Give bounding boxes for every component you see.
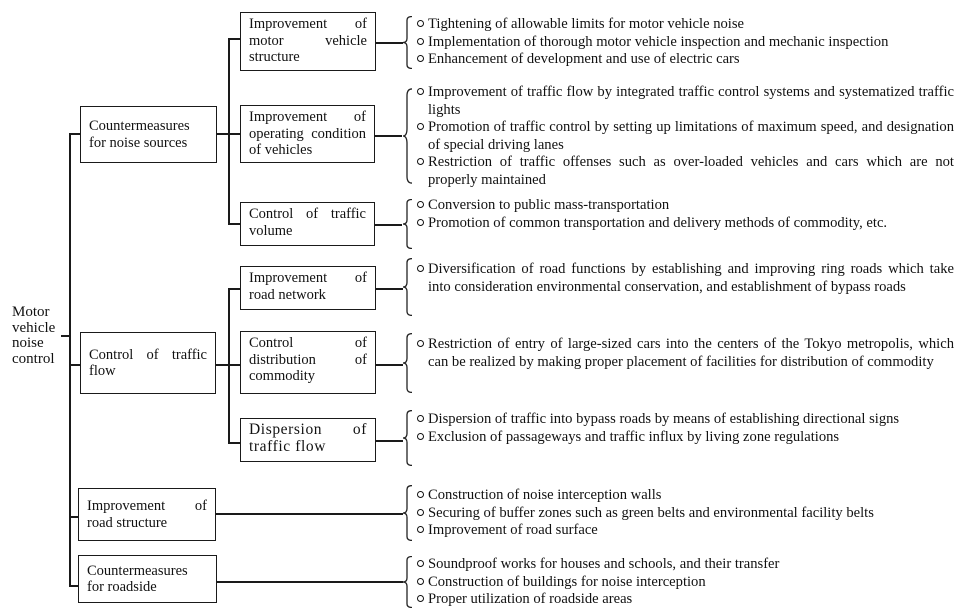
subcategory-label: Improvement of operating condition of ve… [249, 109, 366, 158]
circle-bullet-icon [417, 595, 424, 602]
connector-measures-7 [216, 513, 403, 515]
connector-measures-8 [217, 581, 403, 583]
measures-list-road-structure: Construction of noise interception walls… [417, 487, 954, 540]
measure-item: Promotion of traffic control by setting … [417, 119, 954, 154]
measures-list-dispersion: Dispersion of traffic into bypass roads … [417, 411, 954, 446]
branch-noise-sources [228, 38, 230, 225]
measure-item: Restriction of traffic offenses such as … [417, 154, 954, 189]
measures-list-operating: Improvement of traffic flow by integrate… [417, 84, 954, 189]
circle-bullet-icon [417, 432, 424, 440]
measure-item: Dispersion of traffic into bypass roads … [417, 411, 954, 429]
measure-item: Implementation of thorough motor vehicle… [417, 34, 954, 52]
subcategory-road-network: Improvement of road network [240, 266, 376, 310]
circle-bullet-icon [417, 577, 424, 585]
measure-item: Conversion to public mass-transportation [417, 197, 954, 215]
measure-item: Proper utilization of roadside areas [417, 591, 954, 609]
circle-bullet-icon [417, 415, 424, 422]
measure-item: Exclusion of passageways and traffic inf… [417, 429, 954, 447]
measure-item: Restriction of entry of large-sized cars… [417, 336, 954, 371]
connector-sub-motor-structure [228, 38, 240, 40]
subcategory-label: Improvement of road network [249, 270, 367, 303]
circle-bullet-icon [417, 55, 424, 62]
measures-list-distribution: Restriction of entry of large-sized cars… [417, 336, 954, 371]
subcategory-label: Control of distribution of commodity [249, 335, 367, 384]
subcategory-distribution-commodity: Control of distribution of commodity [240, 331, 376, 394]
measure-item: Enhancement of development and use of el… [417, 51, 954, 69]
brace-icon [403, 333, 413, 393]
connector-l1-noise-sources [69, 133, 80, 135]
root-label: Motor vehicle noise control [12, 304, 56, 367]
brace-icon [403, 16, 413, 69]
measures-list-road-network: Diversification of road functions by est… [417, 261, 954, 296]
brace-icon [403, 556, 413, 608]
subcategory-label: Dispersion of traffic flow [249, 421, 367, 455]
category-noise-sources: Countermeasures for noise sources [80, 106, 217, 163]
circle-bullet-icon [417, 37, 424, 45]
category-label: Countermeasures for roadside [87, 562, 188, 596]
branch-traffic-flow [228, 288, 230, 444]
circle-bullet-icon [417, 123, 424, 130]
measure-item: Tightening of allowable limits for motor… [417, 16, 954, 34]
connector-measures-1 [376, 42, 403, 44]
circle-bullet-icon [417, 340, 424, 347]
measure-item: Promotion of common transportation and d… [417, 215, 954, 233]
connector-l1-traffic-flow [69, 364, 80, 366]
measure-item: Securing of buffer zones such as green b… [417, 505, 954, 523]
category-label: Improvement of road structure [87, 498, 207, 531]
brace-icon [403, 88, 413, 184]
measures-list-motor-structure: Tightening of allowable limits for motor… [417, 16, 954, 69]
measure-item: Construction of noise interception walls [417, 487, 954, 505]
subcategory-dispersion-traffic-flow: Dispersion of traffic flow [240, 418, 376, 462]
circle-bullet-icon [417, 88, 424, 95]
subcategory-label: Improvement of motor vehicle structure [249, 16, 367, 65]
measure-item: Improvement of road surface [417, 522, 954, 540]
brace-icon [403, 199, 413, 249]
brace-icon [403, 485, 413, 541]
main-trunk [69, 133, 71, 587]
connector-measures-5 [376, 364, 403, 366]
measure-item: Soundproof works for houses and schools,… [417, 556, 954, 574]
measure-item: Improvement of traffic flow by integrate… [417, 84, 954, 119]
circle-bullet-icon [417, 218, 424, 226]
subcategory-label: Control of traffic volume [249, 206, 366, 239]
brace-icon [403, 410, 413, 466]
circle-bullet-icon [417, 526, 424, 533]
connector-sub-road-network [228, 288, 240, 290]
circle-bullet-icon [417, 560, 424, 567]
connector-measures-3 [375, 224, 402, 226]
category-label: Countermeasures for noise sources [89, 118, 190, 151]
measure-item: Construction of buildings for noise inte… [417, 574, 954, 592]
connector-sub-dispersion [228, 442, 240, 444]
measures-list-traffic-volume: Conversion to public mass-transportation… [417, 197, 954, 232]
subcategory-traffic-volume: Control of traffic volume [240, 202, 375, 246]
category-label: Control of traffic flow [89, 346, 207, 380]
measure-item: Diversification of road functions by est… [417, 261, 954, 296]
circle-bullet-icon [417, 491, 424, 498]
circle-bullet-icon [417, 508, 424, 516]
circle-bullet-icon [417, 201, 424, 208]
circle-bullet-icon [417, 265, 424, 272]
connector-measures-2 [375, 135, 402, 137]
subcategory-motor-vehicle-structure: Improvement of motor vehicle structure [240, 12, 376, 71]
connector-sub-operating [228, 223, 240, 225]
circle-bullet-icon [417, 158, 424, 165]
connector-measures-6 [376, 440, 403, 442]
brace-icon [403, 258, 413, 316]
connector-measures-4 [376, 288, 403, 290]
measures-list-roadside: Soundproof works for houses and schools,… [417, 556, 954, 609]
category-road-structure: Improvement of road structure [78, 488, 216, 541]
category-roadside: Countermeasures for roadside [78, 555, 217, 603]
circle-bullet-icon [417, 20, 424, 27]
category-traffic-flow: Control of traffic flow [80, 332, 216, 394]
subcategory-operating-condition: Improvement of operating condition of ve… [240, 105, 375, 163]
